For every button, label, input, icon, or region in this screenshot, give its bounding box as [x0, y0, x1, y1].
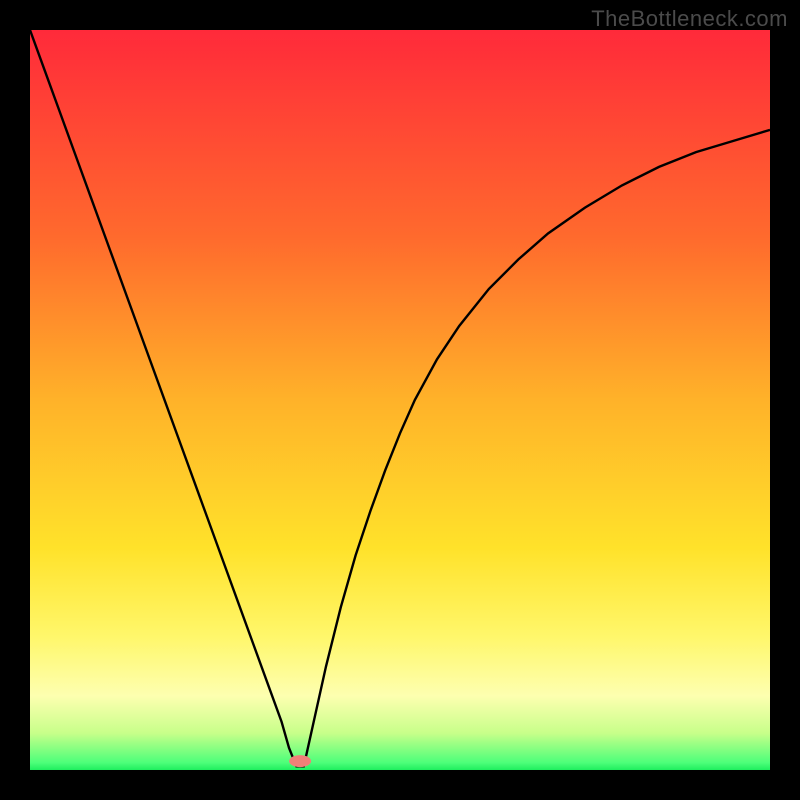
minimum-marker: [289, 755, 311, 767]
chart-frame: TheBottleneck.com: [0, 0, 800, 800]
plot-area: [30, 30, 770, 770]
chart-svg: [30, 30, 770, 770]
gradient-background: [30, 30, 770, 770]
watermark-text: TheBottleneck.com: [591, 6, 788, 32]
